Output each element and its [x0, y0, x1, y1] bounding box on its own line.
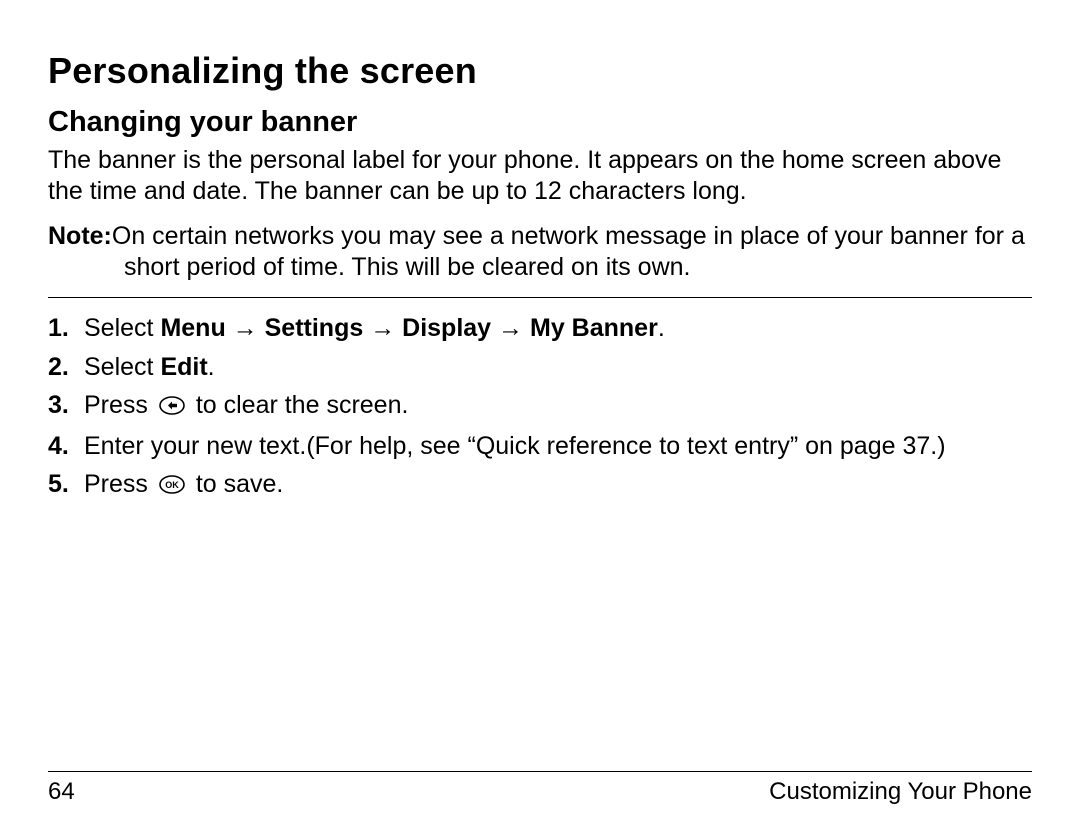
step-number: 2.: [48, 351, 84, 384]
back-key-icon: [159, 391, 185, 424]
step-number: 4.: [48, 430, 84, 463]
step-body: Select Edit.: [84, 351, 1032, 384]
note-block: Note:On certain networks you may see a n…: [48, 221, 1032, 283]
step-body: Press OK to save.: [84, 468, 1032, 503]
menu-label: Menu: [160, 314, 225, 342]
step-5: 5. Press OK to save.: [48, 468, 1032, 503]
step-1: 1. Select Menu → Settings → Display → My…: [48, 312, 1032, 345]
note-label: Note:: [48, 222, 112, 250]
arrow: →: [226, 314, 265, 342]
period: .: [658, 314, 665, 342]
ok-key-icon: OK: [159, 470, 185, 503]
step-number: 5.: [48, 468, 84, 501]
step-text: Press: [84, 391, 155, 419]
page-footer: 64 Customizing Your Phone: [48, 771, 1032, 806]
step-3: 3. Press to clear the screen.: [48, 389, 1032, 424]
settings-label: Settings: [265, 314, 364, 342]
page-number: 64: [48, 778, 75, 806]
mybanner-label: My Banner: [530, 314, 658, 342]
period: .: [208, 353, 215, 381]
step-body: Enter your new text.(For help, see “Quic…: [84, 430, 1032, 463]
step-body: Select Menu → Settings → Display → My Ba…: [84, 312, 1032, 345]
step-text: Select: [84, 314, 160, 342]
note-text: On certain networks you may see a networ…: [112, 222, 1025, 281]
intro-paragraph: The banner is the personal label for you…: [48, 145, 1032, 207]
footer-section-title: Customizing Your Phone: [769, 778, 1032, 806]
step-number: 3.: [48, 389, 84, 422]
step-4: 4. Enter your new text.(For help, see “Q…: [48, 430, 1032, 463]
step-body: Press to clear the screen.: [84, 389, 1032, 424]
step-text: Select: [84, 353, 160, 381]
step-text: to clear the screen.: [196, 391, 409, 419]
document-page: Personalizing the screen Changing your b…: [0, 0, 1080, 834]
section-heading: Changing your banner: [48, 106, 1032, 139]
display-label: Display: [402, 314, 491, 342]
edit-label: Edit: [160, 353, 207, 381]
step-2: 2. Select Edit.: [48, 351, 1032, 384]
divider: [48, 297, 1032, 298]
arrow: →: [491, 314, 530, 342]
svg-text:OK: OK: [165, 480, 179, 490]
step-text: Press: [84, 470, 155, 498]
page-title: Personalizing the screen: [48, 50, 1032, 92]
steps-list: 1. Select Menu → Settings → Display → My…: [48, 312, 1032, 503]
step-text: to save.: [196, 470, 284, 498]
footer-divider: [48, 771, 1032, 772]
arrow: →: [363, 314, 402, 342]
step-number: 1.: [48, 312, 84, 345]
